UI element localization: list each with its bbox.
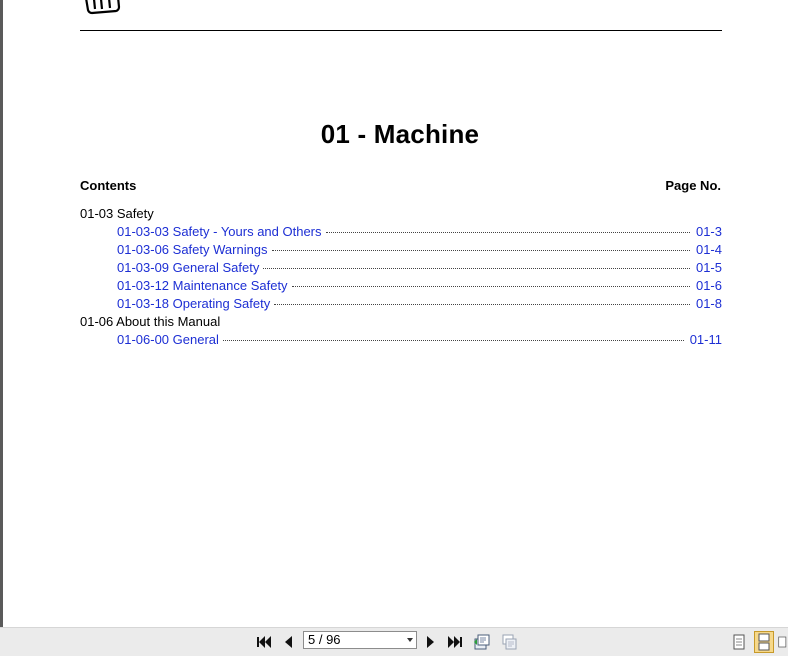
page-selector[interactable]: 5 / 96 [303,631,417,649]
first-page-icon [257,636,271,648]
toc-entry-page: 01-6 [695,278,722,293]
toc-section-safety: 01-03 Safety [80,206,154,221]
toc-entry-label: 01-06-00 General [117,332,219,347]
continuous-view-icon [758,633,770,651]
toc-entry-label: 01-03-12 Maintenance Safety [117,278,288,293]
toc-entry-label: 01-03-03 Safety - Yours and Others [117,224,322,239]
two-page-view-icon [778,636,787,648]
viewer-toolbar: 5 / 96 [0,627,788,656]
toc-entry-page: 01-5 [695,260,722,275]
last-page-icon [448,636,462,648]
toc-section-about-manual: 01-06 About this Manual [80,314,221,329]
print-icon [502,634,517,650]
toc-entry-label: 01-03-09 General Safety [117,260,260,275]
dot-leader [274,294,690,305]
contents-heading: Contents [80,178,137,193]
header-divider [80,30,722,31]
dot-leader [325,222,690,233]
continuous-view-button[interactable] [754,631,774,653]
toc-link-maintenance-safety[interactable]: 01-03-12 Maintenance Safety 01-6 [80,277,722,295]
next-page-icon [427,636,434,648]
toc-link-safety-yours-and-others[interactable]: 01-03-03 Safety - Yours and Others 01-3 [80,223,722,241]
next-page-button[interactable] [423,632,439,652]
toc-entry-page: 01-4 [695,242,722,257]
two-page-view-button[interactable] [778,632,788,652]
toc-entry-label: 01-03-18 Operating Safety [117,296,271,311]
page-title: 01 - Machine [320,119,480,149]
previous-page-icon [285,636,292,648]
single-page-view-icon [733,634,745,650]
toc-link-general-safety[interactable]: 01-03-09 General Safety 01-5 [80,259,722,277]
table-of-contents: 01-03 Safety 01-03-03 Safety - Yours and… [80,205,722,349]
toc-entry-label: 01-03-06 Safety Warnings [117,242,268,257]
dot-leader [291,276,690,287]
dot-leader [222,330,684,341]
page-no-heading: Page No. [665,178,721,193]
toc-link-general[interactable]: 01-06-00 General 01-11 [80,331,722,349]
page-indicator: 5 / 96 [308,632,341,647]
chevron-down-icon [407,638,413,642]
toc-link-operating-safety[interactable]: 01-03-18 Operating Safety 01-8 [80,295,722,313]
last-page-button[interactable] [446,632,464,652]
dot-leader [263,258,690,269]
dot-leader [271,240,690,251]
print-button[interactable] [499,632,519,652]
toc-entry-page: 01-11 [689,332,722,347]
single-page-view-button[interactable] [730,632,748,652]
toc-entry-page: 01-3 [695,224,722,239]
toc-link-safety-warnings[interactable]: 01-03-06 Safety Warnings 01-4 [80,241,722,259]
previous-page-button[interactable] [280,632,296,652]
toc-entry-page: 01-8 [695,296,722,311]
first-page-button[interactable] [255,632,273,652]
export-icon [474,634,490,650]
brand-logo [85,0,121,15]
export-button[interactable] [472,632,492,652]
